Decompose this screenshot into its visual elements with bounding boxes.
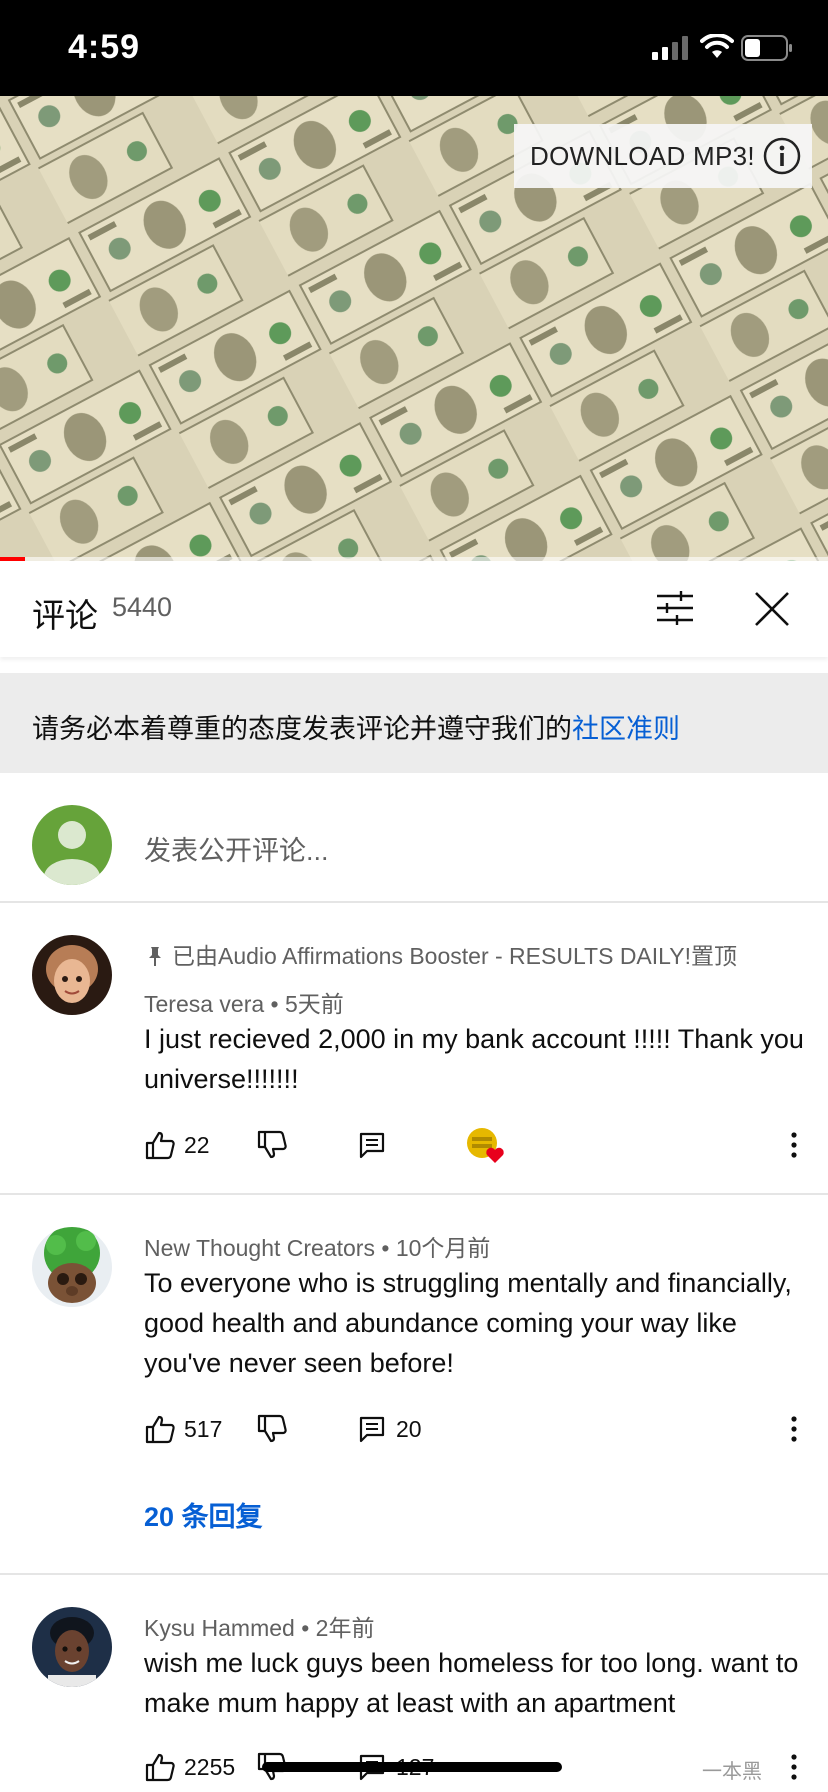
more-vert-icon	[791, 1132, 797, 1158]
video-player[interactable]: DOWNLOAD MP3!	[0, 96, 828, 561]
view-replies-link[interactable]: 20 条回复	[144, 1495, 263, 1534]
community-guidelines-notice: 请务必本着尊重的态度发表评论并遵守我们的社区准则	[0, 673, 828, 773]
add-comment-row[interactable]: 发表公开评论...	[0, 773, 828, 903]
commenter-avatar[interactable]	[32, 1607, 112, 1687]
thumbs-down-icon	[257, 1414, 287, 1443]
download-mp3-button[interactable]: DOWNLOAD MP3!	[514, 124, 812, 188]
comment-meta: New Thought Creators • 10个月前	[144, 1235, 491, 1261]
thumbs-up-icon	[145, 1753, 175, 1782]
comment-text: I just recieved 2,000 in my bank account…	[144, 1024, 804, 1094]
more-vert-icon	[791, 1416, 797, 1442]
info-icon[interactable]	[762, 136, 802, 176]
comment-meta: Teresa vera • 5天前	[144, 991, 344, 1017]
like-count: 22	[184, 1131, 210, 1158]
thumbs-up-icon	[145, 1415, 175, 1444]
notice-text-row: 请务必本着尊重的态度发表评论并遵守我们的社区准则	[32, 707, 680, 746]
comment-time: 5天前	[285, 991, 344, 1017]
avatar-image	[32, 1607, 112, 1687]
pinned-text: 已由Audio Affirmations Booster - RESULTS D…	[172, 943, 737, 969]
like-button[interactable]: 22	[144, 1125, 210, 1165]
download-mp3-label: DOWNLOAD MP3!	[530, 140, 755, 171]
cellular-signal-icon	[652, 36, 688, 60]
comment-author[interactable]: Kysu Hammed	[144, 1615, 295, 1641]
like-button[interactable]: 2255	[144, 1747, 235, 1787]
reply-icon	[359, 1416, 385, 1443]
reply-button[interactable]	[356, 1125, 388, 1165]
notice-text: 请务必本着尊重的态度发表评论并遵守我们的	[32, 714, 572, 744]
avatar-image	[32, 935, 112, 1015]
thumbs-down-icon	[257, 1130, 287, 1159]
close-icon[interactable]	[752, 589, 792, 629]
watermark-text: 一本黑	[702, 1761, 762, 1783]
comments-count: 5440	[112, 592, 173, 622]
creator-heart-badge	[466, 1125, 506, 1165]
thumbs-up-icon	[145, 1131, 175, 1160]
comment-time: 2年前	[315, 1615, 375, 1641]
status-time: 4:59	[68, 28, 141, 66]
pin-icon	[149, 947, 161, 966]
comments-header: 评论 5440	[0, 561, 828, 657]
comments-title: 评论	[32, 597, 98, 634]
comment-item: New Thought Creators • 10个月前 To everyone…	[0, 1195, 828, 1573]
dislike-button[interactable]	[256, 1125, 288, 1165]
community-guidelines-link[interactable]: 社区准则	[572, 714, 680, 744]
user-avatar	[32, 805, 112, 885]
like-count: 517	[184, 1415, 223, 1442]
creator-heart-icon	[467, 1128, 504, 1163]
comment-text: To everyone who is struggling mentally a…	[144, 1268, 792, 1378]
add-comment-input[interactable]: 发表公开评论...	[144, 829, 329, 868]
reply-count: 20	[396, 1415, 422, 1442]
avatar-image	[32, 1227, 112, 1307]
more-vert-icon	[791, 1754, 797, 1780]
comment-more-button[interactable]	[778, 1125, 810, 1165]
pinned-label: 已由Audio Affirmations Booster - RESULTS D…	[144, 937, 737, 971]
comment-more-button[interactable]	[778, 1747, 810, 1787]
comment-meta: Kysu Hammed • 2年前	[144, 1615, 375, 1641]
like-count: 2255	[184, 1753, 236, 1780]
sort-filter-icon[interactable]	[655, 588, 695, 628]
battery-icon	[741, 35, 792, 61]
comment-more-button[interactable]	[778, 1409, 810, 1449]
reply-icon	[359, 1132, 385, 1159]
comment-author[interactable]: New Thought Creators	[144, 1235, 375, 1261]
commenter-avatar[interactable]	[32, 935, 112, 1015]
comment-time: 10个月前	[395, 1235, 491, 1261]
comment-text: wish me luck guys been homeless for too …	[144, 1648, 799, 1718]
commenter-avatar[interactable]	[32, 1227, 112, 1307]
dislike-button[interactable]	[256, 1409, 288, 1449]
comment-author[interactable]: Teresa vera	[144, 991, 264, 1017]
status-bar: 4:59	[0, 0, 828, 96]
home-indicator[interactable]	[262, 1762, 562, 1772]
like-button[interactable]: 517	[144, 1409, 222, 1449]
watermark: 一本黑	[702, 1755, 762, 1784]
reply-button[interactable]: 20	[356, 1409, 422, 1449]
wifi-icon	[700, 34, 734, 58]
comment-item: 已由Audio Affirmations Booster - RESULTS D…	[0, 903, 828, 1193]
